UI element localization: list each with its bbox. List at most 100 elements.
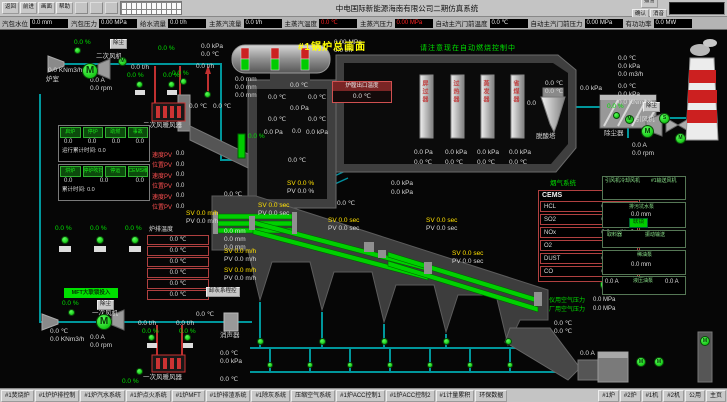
- mode-button[interactable]: 停炉: [83, 127, 104, 138]
- screen-tab[interactable]: #1炉点火系统: [126, 390, 171, 402]
- value-label: 0.0 kPa: [618, 64, 640, 71]
- mode-button[interactable]: 停运: [105, 166, 126, 177]
- value-label: 0.0 t/h: [131, 65, 149, 72]
- value-label: 0.0 mm: [224, 229, 246, 236]
- screen-tab[interactable]: #1除灰系统: [251, 390, 290, 402]
- panel-title: 液压油泵: [633, 279, 653, 284]
- screen-tab[interactable]: #1计量累积: [436, 390, 475, 402]
- unit-tab[interactable]: #1炉: [598, 390, 619, 402]
- valve-icon[interactable]: [136, 368, 143, 375]
- toolbar-slot: [105, 2, 118, 14]
- value-label: 蒸发器: [482, 80, 488, 104]
- panel-title: 炉排温度: [147, 223, 209, 234]
- valve-icon[interactable]: [347, 362, 353, 368]
- screen-tab[interactable]: #1炉ACC控制2: [386, 390, 435, 402]
- valve-icon[interactable]: [74, 47, 81, 54]
- kpi-label: 自动主汽门前压力: [531, 18, 583, 28]
- mode-button[interactable]: 烘炉: [60, 166, 81, 177]
- interlock-button[interactable]: 联锁: [629, 218, 648, 228]
- valve-icon[interactable]: [257, 338, 264, 345]
- motor-icon[interactable]: M: [96, 314, 112, 330]
- mode-button[interactable]: 启炉: [60, 127, 81, 138]
- nav-button[interactable]: 帮助: [56, 2, 73, 14]
- unit-tab[interactable]: #1机: [642, 390, 663, 402]
- screen-tab[interactable]: #1炉MFT: [172, 390, 205, 402]
- grate-temp-value: 0.0 ℃: [147, 246, 209, 256]
- valve-icon[interactable]: [68, 309, 75, 316]
- air-pressure-label: 厂用空气压力: [549, 304, 585, 313]
- valve-icon[interactable]: [307, 362, 313, 368]
- valve-icon[interactable]: [387, 362, 393, 368]
- footer-label: 运行累计时间:: [62, 148, 97, 154]
- motor-icon[interactable]: M: [636, 357, 646, 367]
- value-label: 0.0 ℃: [290, 83, 308, 90]
- dust-link-button[interactable]: 除尘: [643, 102, 660, 112]
- unit-tab[interactable]: #2炉: [620, 390, 641, 402]
- screen-tab[interactable]: 环保数据: [475, 390, 507, 402]
- nav-button[interactable]: 前进: [20, 2, 37, 14]
- nav-button[interactable]: 返回: [2, 2, 19, 14]
- cems-label: O2: [544, 243, 552, 249]
- kpi-value: 0.00 MPa: [585, 19, 623, 28]
- pump-current-value: 0.0 A: [665, 279, 679, 285]
- value-label: 0.0 %: [607, 104, 624, 111]
- motor-icon[interactable]: M: [82, 63, 98, 79]
- motor-icon[interactable]: M: [700, 336, 710, 346]
- speed-label: 位置PV: [152, 181, 172, 190]
- valve-icon[interactable]: [148, 334, 155, 341]
- motor-icon[interactable]: S: [659, 113, 670, 124]
- toolbar-slot: [75, 2, 88, 14]
- motor-icon[interactable]: M: [641, 125, 654, 138]
- alarm-button[interactable]: 报警: [641, 0, 658, 8]
- mode-counter: 0.0: [136, 139, 144, 145]
- valve-icon[interactable]: [381, 338, 388, 345]
- valve-icon[interactable]: [443, 338, 450, 345]
- valve-icon[interactable]: [427, 362, 433, 368]
- dust-link-button[interactable]: 除尘: [97, 300, 114, 310]
- ash-program-button[interactable]: 卸灰系程控: [206, 287, 240, 297]
- valve-icon[interactable]: [505, 338, 512, 345]
- unit-tab[interactable]: 主页: [706, 390, 726, 402]
- valve-icon[interactable]: [467, 362, 473, 368]
- screen-tab[interactable]: #1焚烧炉: [1, 390, 34, 402]
- valve-icon[interactable]: [267, 362, 273, 368]
- cems-label: CO: [544, 269, 553, 275]
- mode-button[interactable]: 助燃: [105, 127, 126, 138]
- speed-value: 0.0: [176, 204, 184, 210]
- valve-icon[interactable]: [507, 362, 513, 368]
- motor-icon[interactable]: M: [625, 115, 634, 124]
- mode-button[interactable]: CEMS维护: [128, 166, 149, 177]
- motor-icon[interactable]: M: [118, 57, 127, 66]
- valve-icon[interactable]: [184, 334, 191, 341]
- kpi-bar: 汽包水位 0.0 mm 汽包压力 0.00 MPa 给水流量 0.0 t/h 主…: [0, 17, 727, 30]
- screen-tab[interactable]: #1炉炉排控制: [35, 390, 80, 402]
- valve-icon[interactable]: [613, 112, 620, 119]
- value-label: 0.0 ℃: [288, 158, 306, 165]
- valve-icon[interactable]: [96, 236, 104, 244]
- screen-tab[interactable]: #1炉汽水系统: [80, 390, 125, 402]
- value-label: 0.0 kPa: [201, 44, 223, 51]
- valve-icon[interactable]: [168, 81, 175, 88]
- mode-button[interactable]: 停炉吹扫: [83, 166, 104, 177]
- screen-tab[interactable]: #1炉ACC控制1: [336, 390, 385, 402]
- mode-button[interactable]: 事故: [128, 127, 149, 138]
- kpi-item: 有功功率 0.0 MW: [626, 18, 692, 28]
- screen-tab[interactable]: #1炉排渣系统: [206, 390, 251, 402]
- valve-icon[interactable]: [131, 236, 139, 244]
- motor-icon[interactable]: M: [675, 133, 686, 144]
- valve-icon[interactable]: [61, 236, 69, 244]
- alarm-message-box: [669, 2, 725, 15]
- unit-tab[interactable]: #2机: [663, 390, 684, 402]
- screen-tab[interactable]: 压缩空气系统: [291, 390, 335, 402]
- valve-icon[interactable]: [319, 338, 326, 345]
- unit-tab[interactable]: 公用: [685, 390, 705, 402]
- valve-icon[interactable]: [180, 78, 187, 85]
- value-label: 0.0 ℃: [268, 95, 286, 102]
- speed-row: 位置PV 0.0: [152, 160, 196, 171]
- value-label: 0.0 ℃: [618, 84, 636, 91]
- valve-icon[interactable]: [204, 91, 211, 98]
- nav-button[interactable]: 画面: [38, 2, 55, 14]
- valve-icon[interactable]: [136, 81, 143, 88]
- dust-link-button[interactable]: 除尘: [110, 39, 127, 49]
- motor-icon[interactable]: M: [654, 357, 664, 367]
